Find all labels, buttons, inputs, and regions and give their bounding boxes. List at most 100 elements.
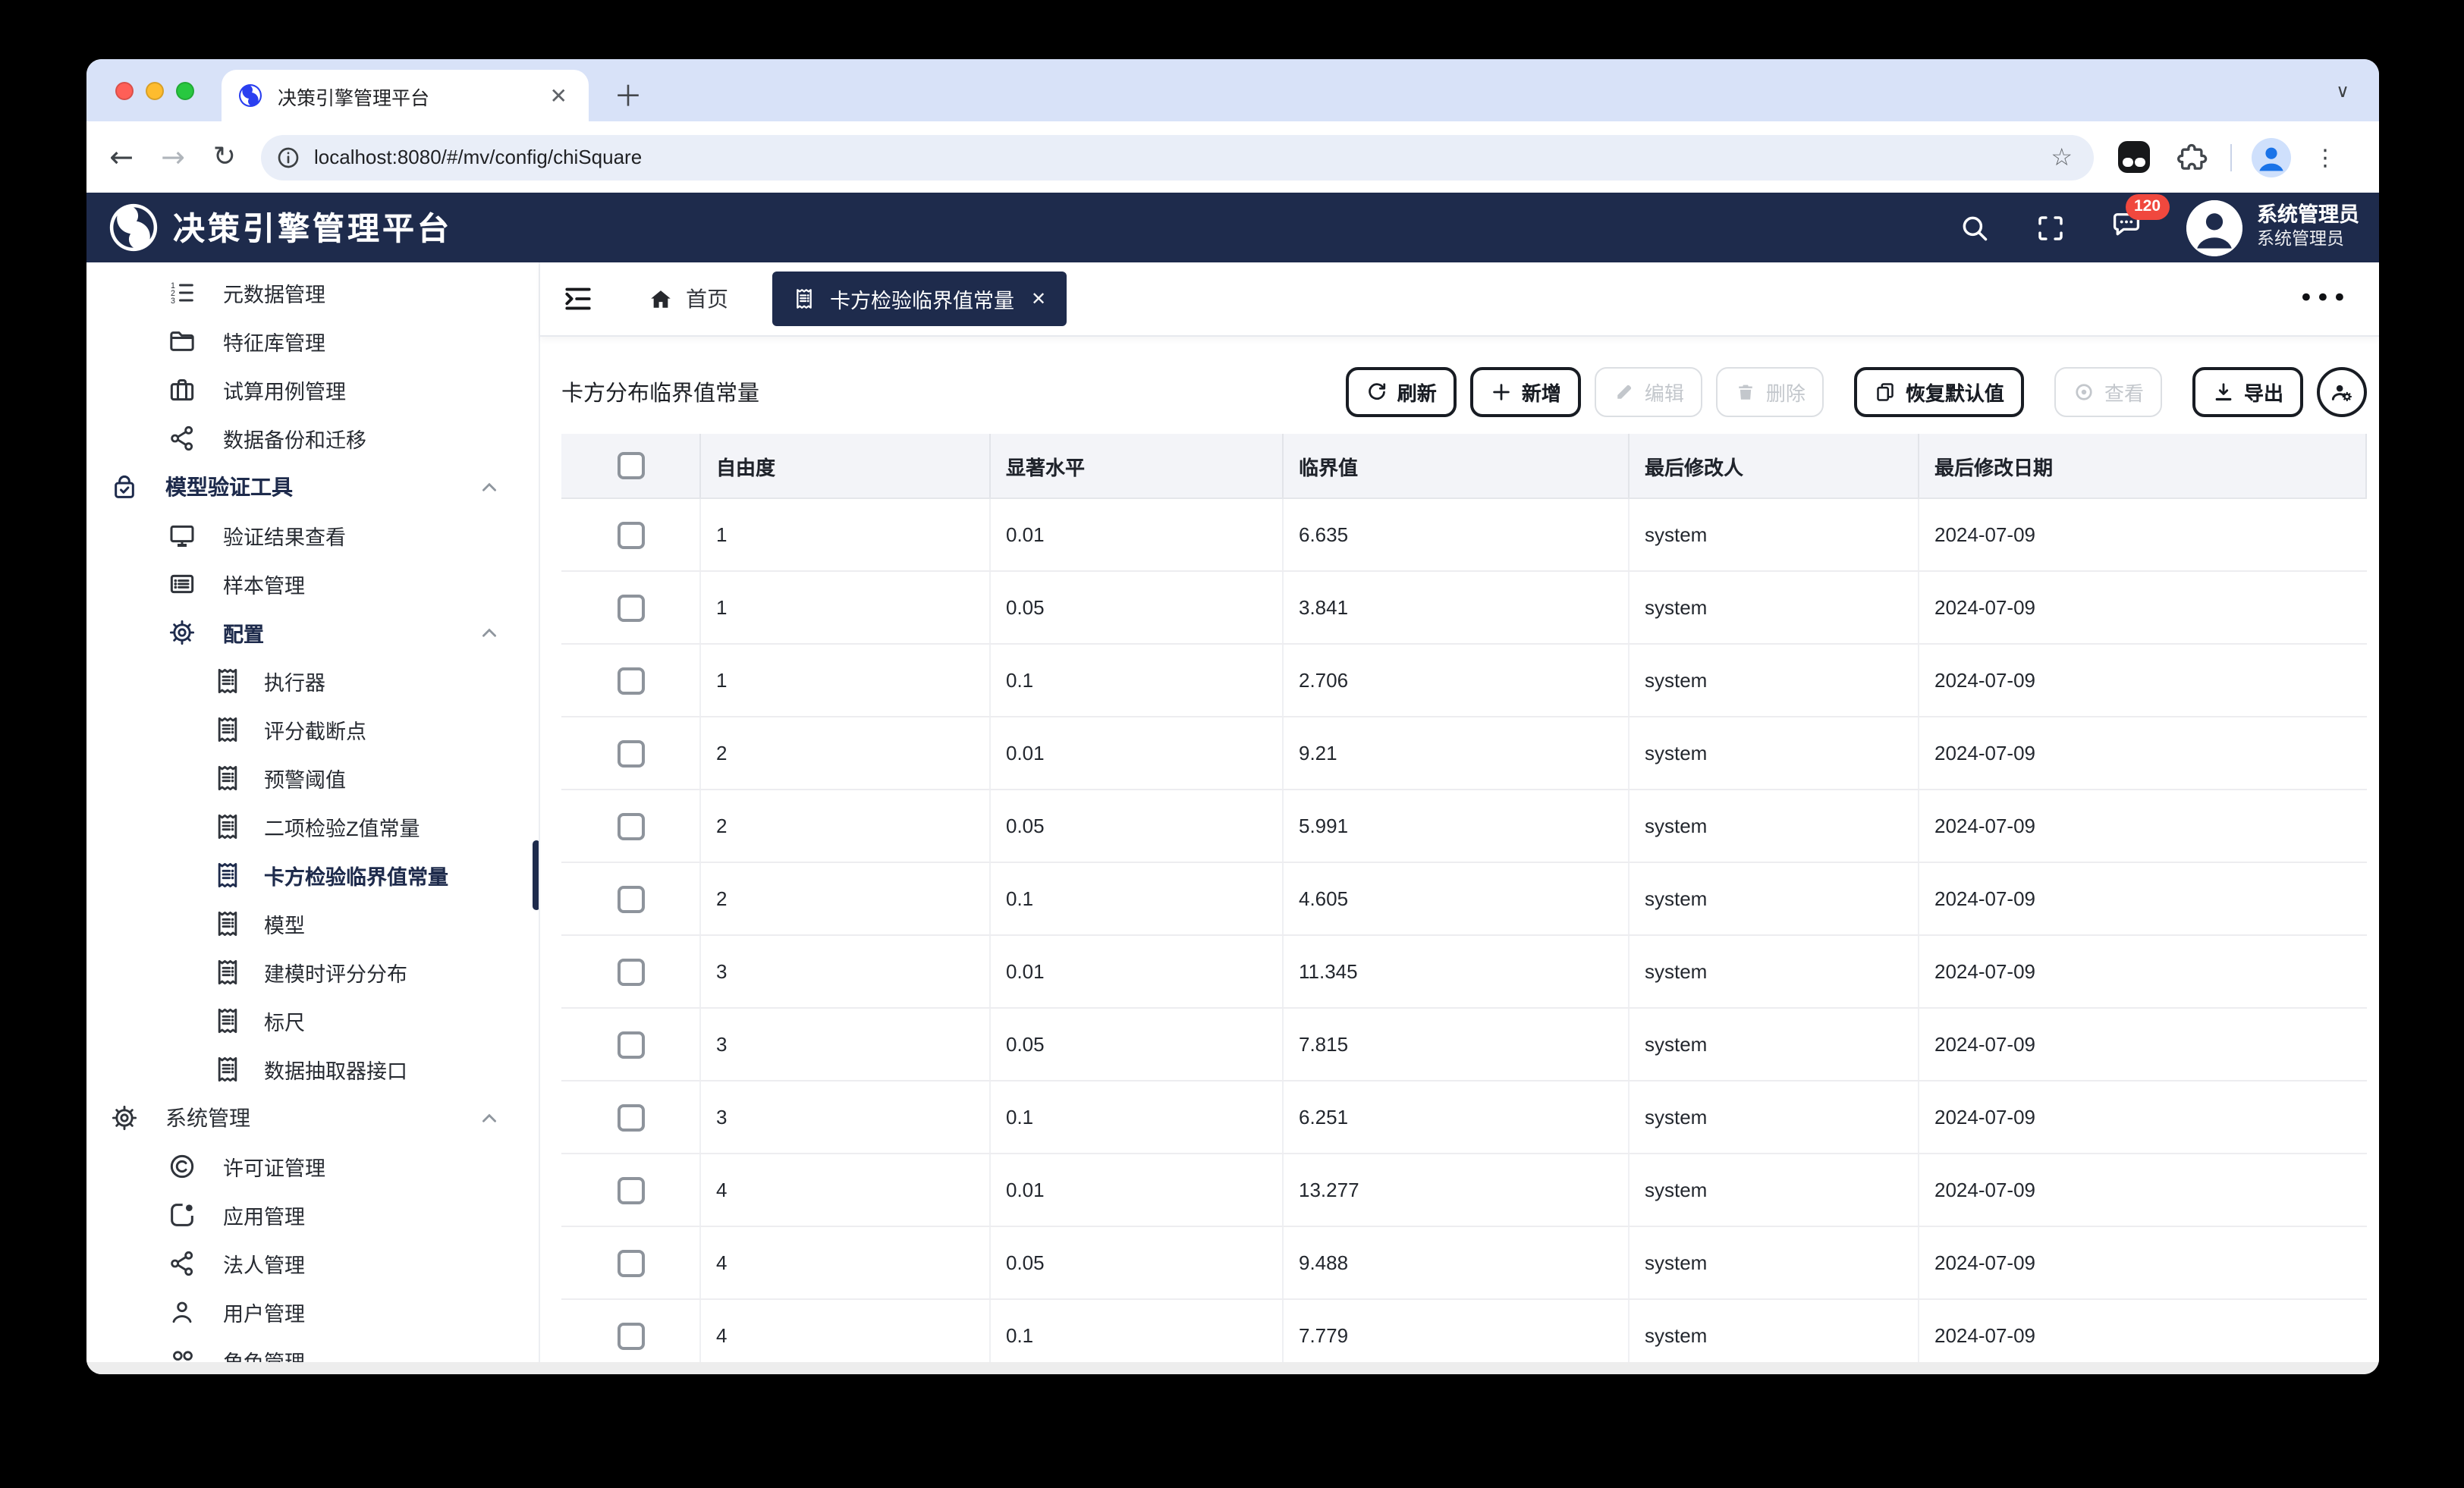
export-button[interactable]: 导出 — [2192, 367, 2303, 417]
table-row[interactable]: 4 0.05 9.488 system 2024-07-09 — [561, 1227, 2367, 1300]
browser-tab-title: 决策引擎管理平台 — [278, 87, 430, 108]
search-icon[interactable] — [1958, 212, 1990, 243]
col-header-dof[interactable]: 自由度 — [701, 434, 991, 498]
tab-search-chevron-icon[interactable]: ∨ — [2326, 74, 2359, 108]
sidebar-item-ruler[interactable]: 标尺 — [86, 997, 539, 1045]
breadcrumb-home[interactable]: 首页 — [648, 284, 728, 314]
window-minimize-button[interactable] — [146, 81, 164, 99]
edit-button[interactable]: 编辑 — [1594, 367, 1702, 417]
sidebar-item-chisquare-critical-constant[interactable]: 卡方检验临界值常量 — [86, 840, 539, 910]
table-row[interactable]: 1 0.05 3.841 system 2024-07-09 — [561, 572, 2367, 645]
col-header-crit[interactable]: 临界值 — [1284, 434, 1630, 498]
browser-menu-icon[interactable]: ⋮ — [2314, 143, 2337, 171]
more-menu-icon[interactable]: ••• — [2299, 284, 2349, 314]
restore-icon — [1877, 383, 1894, 401]
row-checkbox[interactable] — [617, 1322, 644, 1349]
extensions-puzzle-icon[interactable] — [2176, 140, 2209, 174]
sidebar-item-role-mgmt[interactable]: 角色管理 — [86, 1336, 539, 1362]
table-row[interactable]: 2 0.1 4.605 system 2024-07-09 — [561, 863, 2367, 936]
collapse-sidebar-icon[interactable] — [561, 282, 595, 315]
window-zoom-button[interactable] — [176, 81, 194, 99]
sidebar-section-system-mgmt[interactable]: 系统管理 — [86, 1094, 539, 1142]
row-checkbox[interactable] — [617, 739, 644, 767]
user-icon — [172, 1301, 192, 1323]
trash-icon — [1739, 385, 1752, 400]
refresh-button[interactable]: 刷新 — [1345, 367, 1457, 417]
list-card-icon — [170, 574, 194, 594]
column-settings-button[interactable] — [2317, 367, 2367, 417]
restore-defaults-button[interactable]: 恢复默认值 — [1853, 367, 2024, 417]
sidebar-item-metadata-mgmt[interactable]: 123 元数据管理 — [86, 268, 539, 317]
sidebar-item-score-cutoff[interactable]: 评分截断点 — [86, 705, 539, 754]
table-row[interactable]: 2 0.05 5.991 system 2024-07-09 — [561, 790, 2367, 863]
sidebar-item-user-mgmt[interactable]: 用户管理 — [86, 1288, 539, 1336]
extension-icon[interactable] — [2118, 141, 2150, 173]
row-checkbox[interactable] — [617, 667, 644, 694]
sidebar-item-trial-case-mgmt[interactable]: 试算用例管理 — [86, 366, 539, 414]
new-tab-button[interactable]: ＋ — [607, 73, 649, 115]
bookmark-star-icon[interactable]: ☆ — [2051, 143, 2073, 171]
sidebar-item-executor[interactable]: 执行器 — [86, 657, 539, 705]
chevron-up-icon — [482, 482, 496, 491]
tab-close-icon[interactable]: ✕ — [544, 85, 574, 106]
sidebar-item-modeling-score-dist[interactable]: 建模时评分分布 — [86, 948, 539, 997]
sidebar-item-legal-entity-mgmt[interactable]: 法人管理 — [86, 1239, 539, 1288]
select-all-checkbox[interactable] — [617, 452, 644, 479]
row-checkbox[interactable] — [617, 521, 644, 548]
user-avatar[interactable] — [2186, 199, 2242, 256]
table-row[interactable]: 1 0.01 6.635 system 2024-07-09 — [561, 499, 2367, 572]
table-row[interactable]: 4 0.1 7.779 system 2024-07-09 — [561, 1300, 2367, 1362]
row-checkbox[interactable] — [617, 958, 644, 985]
sidebar-item-license-mgmt[interactable]: 许可证管理 — [86, 1142, 539, 1191]
home-icon — [651, 290, 671, 307]
forward-button[interactable]: → — [150, 140, 196, 174]
browser-tab[interactable]: 决策引擎管理平台 ✕ — [222, 70, 589, 121]
sidebar-item-warning-threshold[interactable]: 预警阈值 — [86, 754, 539, 802]
briefcase-icon — [170, 379, 194, 401]
col-header-modified-date[interactable]: 最后修改日期 — [1919, 434, 2367, 498]
sidebar-section-model-verify-tools[interactable]: 模型验证工具 — [86, 463, 539, 511]
add-button[interactable]: 新增 — [1469, 367, 1581, 417]
table-row[interactable]: 3 0.1 6.251 system 2024-07-09 — [561, 1081, 2367, 1154]
back-button[interactable]: ← — [99, 140, 144, 174]
sidebar-item-data-backup-migration[interactable]: 数据备份和迁移 — [86, 414, 539, 463]
col-header-sig[interactable]: 显著水平 — [991, 434, 1284, 498]
sidebar-item-feature-lib-mgmt[interactable]: 特征库管理 — [86, 317, 539, 366]
table-row[interactable]: 4 0.01 13.277 system 2024-07-09 — [561, 1154, 2367, 1227]
sidebar-item-binomial-z-constant[interactable]: 二项检验Z值常量 — [86, 802, 539, 851]
messages-button[interactable]: 120 — [2110, 194, 2170, 247]
row-checkbox[interactable] — [617, 885, 644, 912]
user-gear-icon — [2331, 385, 2352, 402]
active-page-tab[interactable]: 卡方检验临界值常量 ✕ — [772, 272, 1067, 326]
sidebar-item-model[interactable]: 模型 — [86, 899, 539, 948]
table-row[interactable]: 3 0.05 7.815 system 2024-07-09 — [561, 1009, 2367, 1081]
site-info-icon[interactable] — [276, 145, 300, 169]
table-row[interactable]: 1 0.1 2.706 system 2024-07-09 — [561, 645, 2367, 717]
sidebar-item-app-mgmt[interactable]: 应用管理 — [86, 1191, 539, 1239]
fullscreen-icon[interactable] — [2034, 212, 2066, 243]
table-row[interactable]: 2 0.01 9.21 system 2024-07-09 — [561, 717, 2367, 790]
row-checkbox[interactable] — [617, 594, 644, 621]
reload-button[interactable]: ↻ — [202, 141, 247, 173]
tab-close-icon[interactable]: ✕ — [1031, 288, 1046, 309]
col-header-modified-by[interactable]: 最后修改人 — [1630, 434, 1919, 498]
delete-button[interactable]: 删除 — [1715, 367, 1824, 417]
sidebar-item-verify-result-view[interactable]: 验证结果查看 — [86, 511, 539, 560]
window-close-button[interactable] — [115, 81, 134, 99]
eye-icon — [2076, 384, 2092, 400]
sidebar: 123 元数据管理 特征库管理 试算用例管理 数据备份和迁移 模型验证工具 验证… — [86, 262, 540, 1362]
row-checkbox[interactable] — [617, 812, 644, 840]
view-button[interactable]: 查看 — [2054, 367, 2162, 417]
sidebar-item-sample-mgmt[interactable]: 样本管理 — [86, 560, 539, 608]
row-checkbox[interactable] — [617, 1031, 644, 1058]
user-role: 系统管理员 — [2257, 231, 2344, 250]
user-info[interactable]: 系统管理员 系统管理员 — [2257, 204, 2359, 252]
row-checkbox[interactable] — [617, 1103, 644, 1131]
sidebar-item-data-extractor-api[interactable]: 数据抽取器接口 — [86, 1045, 539, 1094]
address-bar[interactable]: localhost:8080/#/mv/config/chiSquare ☆ — [261, 134, 2094, 180]
sidebar-section-config[interactable]: 配置 — [86, 608, 539, 657]
browser-profile-avatar[interactable] — [2252, 137, 2291, 177]
row-checkbox[interactable] — [617, 1176, 644, 1204]
table-row[interactable]: 3 0.01 11.345 system 2024-07-09 — [561, 936, 2367, 1009]
row-checkbox[interactable] — [617, 1249, 644, 1276]
